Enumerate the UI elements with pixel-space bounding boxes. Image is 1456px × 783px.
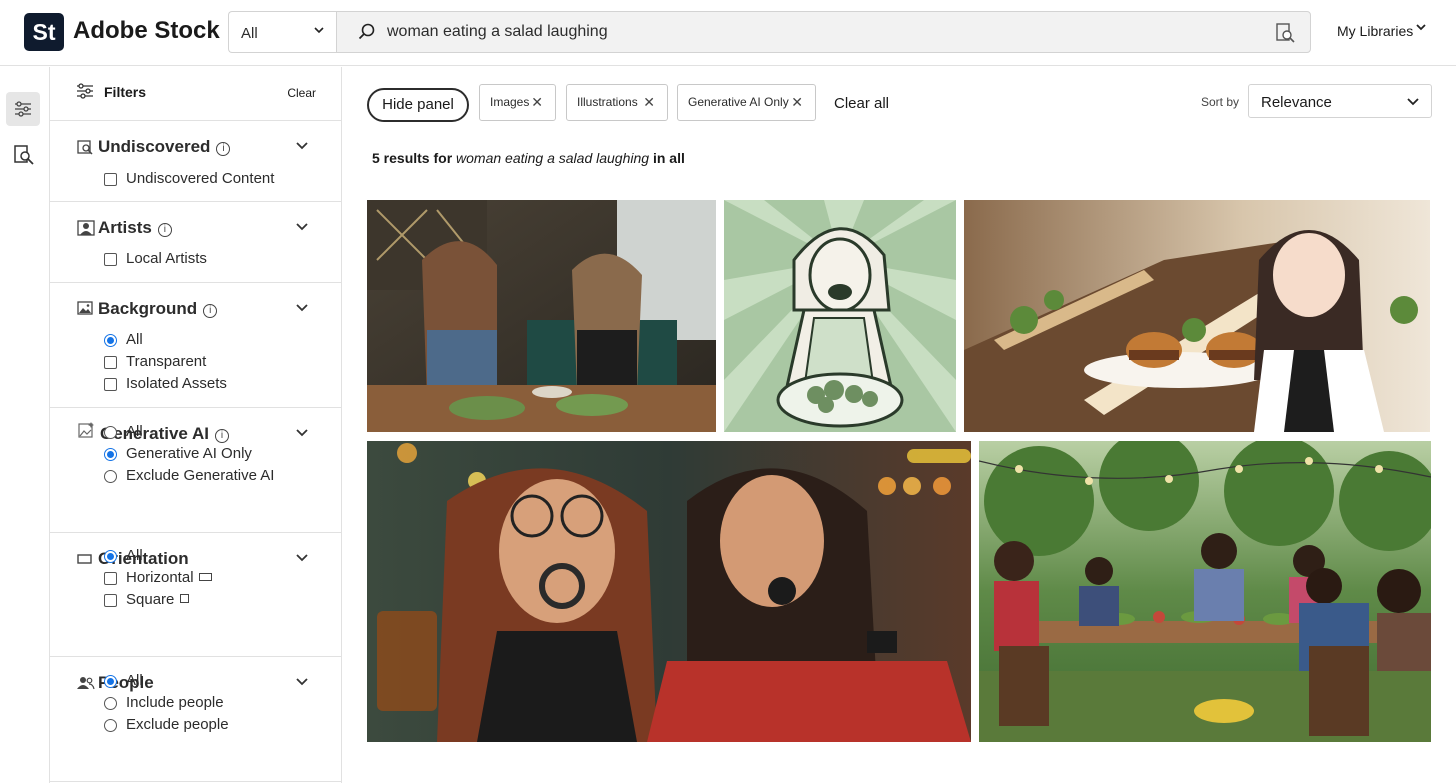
section-title[interactable]: Generative AI i — [100, 424, 229, 444]
close-icon[interactable]: ✕ — [531, 85, 543, 120]
image-retro-woman-salad-illustration[interactable] — [724, 200, 956, 432]
filter-section-undiscovered: Undiscovered i Undiscovered Content — [50, 121, 342, 202]
checkbox[interactable] — [104, 594, 117, 607]
hide-panel-button[interactable]: Hide panel — [367, 88, 469, 122]
filters-icon — [77, 83, 93, 99]
radio-button[interactable] — [104, 697, 117, 710]
chevron-down-icon[interactable] — [296, 220, 308, 232]
visual-search-icon[interactable] — [1274, 22, 1296, 44]
filter-section-orientation: Orientation All Horizontal Square — [50, 533, 342, 657]
clear-all-button[interactable]: Clear all — [834, 95, 889, 112]
image-two-women-laughing-restaurant[interactable] — [367, 200, 716, 432]
checkbox[interactable] — [104, 253, 117, 266]
radio-button[interactable] — [104, 334, 117, 347]
info-icon[interactable]: i — [203, 304, 218, 318]
close-icon[interactable]: ✕ — [791, 85, 803, 120]
results-summary: 5 results for woman eating a salad laugh… — [372, 150, 685, 166]
generative-ai-icon — [78, 422, 94, 438]
search-scope-dropdown[interactable]: All — [228, 11, 336, 53]
orientation-icon — [77, 554, 92, 564]
my-libraries-button[interactable]: My Libraries — [1337, 23, 1413, 39]
sort-by-label: Sort by — [1201, 95, 1240, 109]
search-input[interactable]: woman eating a salad laughing — [336, 11, 1311, 53]
section-title[interactable]: Undiscovered i — [98, 137, 231, 157]
filter-section-artists: Artists i Local Artists — [50, 202, 342, 283]
chevron-down-icon — [314, 23, 324, 38]
chevron-down-icon[interactable] — [296, 426, 308, 438]
brand-name[interactable]: Adobe Stock — [73, 17, 220, 45]
chevron-down-icon[interactable] — [296, 675, 308, 687]
search-scope-value: All — [241, 25, 258, 42]
sort-value: Relevance — [1261, 94, 1332, 111]
filters-icon — [15, 101, 31, 117]
chevron-down-icon — [1415, 21, 1427, 36]
search-query: woman eating a salad laughing — [387, 23, 608, 40]
filter-chip-images[interactable]: Images ✕ — [479, 84, 556, 121]
artist-icon — [77, 220, 95, 236]
filters-toggle-button[interactable] — [6, 92, 40, 126]
clear-filters-button[interactable]: Clear — [287, 86, 316, 100]
radio-button[interactable] — [104, 719, 117, 732]
chevron-down-icon[interactable] — [296, 551, 308, 563]
radio-button[interactable] — [104, 675, 117, 688]
info-icon[interactable]: i — [216, 142, 231, 156]
filter-panel: Filters Clear Undiscovered i Undiscovered… — [50, 67, 342, 783]
section-title[interactable]: Artists i — [98, 218, 172, 238]
square-icon — [180, 594, 190, 603]
sort-dropdown[interactable]: Relevance — [1248, 84, 1432, 118]
filter-section-people: People All Include people Exclude people — [50, 657, 342, 782]
filter-section-generative-ai: Generative AI i All Generative AI Only Ex… — [50, 408, 342, 533]
info-icon[interactable]: i — [214, 429, 229, 443]
filters-title: Filters — [104, 84, 147, 100]
chevron-down-icon — [1407, 98, 1419, 106]
visual-search-rail-button[interactable] — [6, 137, 40, 171]
section-title[interactable]: Background i — [98, 299, 218, 319]
checkbox[interactable] — [104, 356, 117, 369]
image-anime-waitress-burgers[interactable] — [964, 200, 1430, 432]
people-icon — [77, 677, 95, 690]
checkbox[interactable] — [104, 572, 117, 585]
adobe-stock-logo[interactable]: St — [24, 13, 64, 51]
radio-button[interactable] — [104, 448, 117, 461]
info-icon[interactable]: i — [157, 223, 172, 237]
left-rail — [0, 67, 50, 783]
checkbox[interactable] — [104, 173, 117, 186]
image-friends-outdoor-dinner[interactable] — [979, 441, 1431, 742]
visual-search-icon — [14, 145, 34, 165]
checkbox[interactable] — [104, 378, 117, 391]
radio-button[interactable] — [104, 470, 117, 483]
filter-chip-illustrations[interactable]: Illustrations ✕ — [566, 84, 668, 121]
filter-panel-header: Filters Clear — [50, 67, 342, 121]
close-icon[interactable]: ✕ — [643, 85, 655, 120]
filter-section-background: Background i All Transparent Isolated Ass… — [50, 283, 342, 408]
image-two-women-bokeh-portrait[interactable] — [367, 441, 971, 742]
chevron-down-icon[interactable] — [296, 139, 308, 151]
search-icon — [358, 23, 375, 40]
chevron-down-icon[interactable] — [296, 301, 308, 313]
top-bar: St Adobe Stock All woman eating a salad … — [0, 0, 1456, 66]
image-icon — [77, 301, 93, 315]
radio-button[interactable] — [104, 550, 117, 563]
filter-chip-generative-ai-only[interactable]: Generative AI Only ✕ — [677, 84, 816, 121]
horizontal-icon — [198, 573, 212, 581]
radio-button[interactable] — [104, 426, 117, 439]
undiscovered-icon — [77, 140, 93, 155]
